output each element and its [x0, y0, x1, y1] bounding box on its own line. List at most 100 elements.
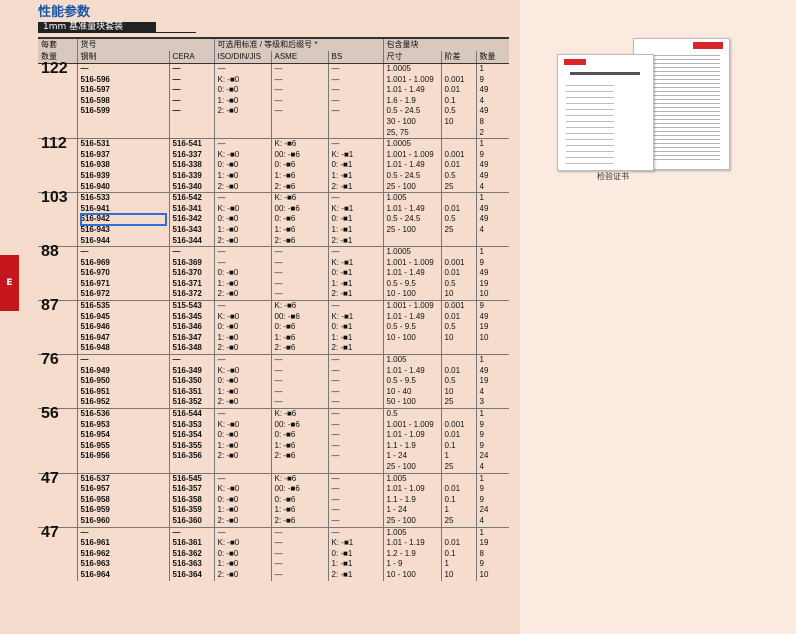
cera-code[interactable]: 516-372: [173, 289, 211, 300]
cera-code[interactable]: 516-362: [173, 549, 211, 560]
cera-code[interactable]: 516-339: [173, 171, 211, 182]
steel-code[interactable]: 516-945: [81, 312, 166, 323]
cera-code[interactable]: 516-360: [173, 516, 211, 527]
cera-code[interactable]: 516-344: [173, 236, 211, 247]
steel-code[interactable]: 516-971: [81, 279, 166, 290]
block-size: 1.001 - 1.009: [386, 301, 434, 311]
cera-code[interactable]: 516-352: [173, 397, 211, 408]
steel-code[interactable]: 516-952: [81, 397, 166, 408]
steel-code[interactable]: 516-596: [81, 75, 166, 86]
steel-code[interactable]: 516-946: [81, 322, 166, 333]
cera-code[interactable]: 516-349: [173, 366, 211, 377]
block-size-cell: 1.001 - 1.009 1.01 - 1.49 0.5 - 9.5 10 - 10…: [382, 300, 441, 355]
cera-code[interactable]: 516-346: [173, 322, 211, 333]
steel-code[interactable]: 516-962: [81, 549, 166, 560]
cera-code[interactable]: 516-364: [173, 570, 211, 581]
cera-code[interactable]: 516-370: [173, 268, 211, 279]
steel-code[interactable]: 516-954: [81, 430, 166, 441]
cera-code[interactable]: 516-541: [173, 139, 211, 150]
steel-code[interactable]: 516-941: [81, 204, 166, 215]
iso-grade: 0: -■0: [217, 322, 239, 332]
steel-code[interactable]: 516-947: [81, 333, 166, 344]
cera-code[interactable]: 516-544: [173, 409, 211, 420]
cera-code[interactable]: 516-345: [173, 312, 211, 323]
block-step: 0.01: [444, 85, 461, 95]
cera-code[interactable]: 516-337: [173, 150, 211, 161]
asme-grade-cell: — — — — —: [270, 354, 328, 409]
steel-code[interactable]: 516-950: [81, 376, 166, 387]
steel-code[interactable]: 516-597: [81, 85, 166, 96]
steel-code[interactable]: 516-964: [81, 570, 166, 581]
steel-code[interactable]: 516-944: [81, 236, 166, 247]
steel-code[interactable]: 516-938: [81, 160, 166, 171]
side-tab-e[interactable]: E: [0, 255, 19, 311]
iso-grade: 0: -■0: [217, 85, 239, 95]
steel-code[interactable]: 516-598: [81, 96, 166, 107]
iso-grade: 1: -■0: [217, 386, 239, 396]
cera-code[interactable]: 516-545: [173, 474, 211, 485]
steel-code[interactable]: 516-960: [81, 516, 166, 527]
cera-code[interactable]: 516-348: [173, 343, 211, 354]
cera-code[interactable]: 516-341: [173, 204, 211, 215]
highlighted-steel-code[interactable]: 516-942: [79, 213, 167, 226]
steel-code[interactable]: 516-533: [81, 193, 166, 204]
cera-code[interactable]: 515-543: [173, 301, 211, 312]
steel-code[interactable]: 516-531: [81, 139, 166, 150]
block-step: 0.01: [444, 365, 461, 375]
cera-code[interactable]: 516-371: [173, 279, 211, 290]
asme-grade-cell: — — — — —: [270, 246, 328, 301]
steel-code[interactable]: 516-969: [81, 258, 166, 269]
cera-code[interactable]: 516-357: [173, 484, 211, 495]
block-step: 25: [444, 181, 454, 191]
cera-code[interactable]: 516-358: [173, 495, 211, 506]
cera-code[interactable]: 516-353: [173, 420, 211, 431]
steel-code[interactable]: 516-955: [81, 441, 166, 452]
bs-grade: —: [331, 376, 340, 386]
steel-code[interactable]: 516-940: [81, 182, 166, 193]
table-row: 87 516-535 516-945 516-946 516-947 516-948 515…: [38, 298, 510, 355]
cera-code[interactable]: 516-347: [173, 333, 211, 344]
cera-code[interactable]: 516-350: [173, 376, 211, 387]
cera-code[interactable]: 516-363: [173, 559, 211, 570]
cera-code[interactable]: 516-342: [173, 214, 211, 225]
cera-code[interactable]: 516-338: [173, 160, 211, 171]
block-quantity: 1: [479, 527, 484, 537]
steel-code[interactable]: 516-937: [81, 150, 166, 161]
block-quantity: 10: [479, 289, 489, 299]
cera-code[interactable]: 516-355: [173, 441, 211, 452]
cera-code[interactable]: 516-542: [173, 193, 211, 204]
block-quantity-cell: 1 9 49 49 4: [475, 138, 510, 193]
cera-code[interactable]: 516-343: [173, 225, 211, 236]
table-row: 112 516-531 516-937 516-938 516-939 516-940 51…: [38, 136, 510, 193]
steel-code[interactable]: 516-951: [81, 387, 166, 398]
cera-code[interactable]: 516-356: [173, 451, 211, 462]
block-quantity: 49: [479, 365, 489, 375]
cera-code[interactable]: 516-361: [173, 538, 211, 549]
steel-code[interactable]: 516-958: [81, 495, 166, 506]
steel-code[interactable]: 516-599: [81, 106, 166, 117]
steel-code[interactable]: 516-943: [81, 225, 166, 236]
cera-code[interactable]: 516-351: [173, 387, 211, 398]
cera-code[interactable]: 516-354: [173, 430, 211, 441]
steel-code[interactable]: 516-536: [81, 409, 166, 420]
steel-code[interactable]: 516-953: [81, 420, 166, 431]
bs-grade: 2: -■1: [331, 235, 353, 245]
cera-code[interactable]: 516-359: [173, 505, 211, 516]
cera-code[interactable]: 516-369: [173, 258, 211, 269]
steel-code[interactable]: 516-948: [81, 343, 166, 354]
steel-code[interactable]: 516-949: [81, 366, 166, 377]
steel-code[interactable]: 516-939: [81, 171, 166, 182]
cera-code[interactable]: 516-340: [173, 182, 211, 193]
steel-code[interactable]: 516-970: [81, 268, 166, 279]
steel-code[interactable]: 516-959: [81, 505, 166, 516]
steel-code[interactable]: 516-972: [81, 289, 166, 300]
steel-code[interactable]: 516-961: [81, 538, 166, 549]
steel-code[interactable]: 516-957: [81, 484, 166, 495]
steel-code[interactable]: 516-535: [81, 301, 166, 312]
steel-code-cell: —516-949 516-950 516-951 516-952: [76, 354, 169, 409]
steel-code[interactable]: 516-963: [81, 559, 166, 570]
steel-code[interactable]: 516-537: [81, 474, 166, 485]
block-step: [445, 139, 473, 150]
certificate-data-grid: [650, 55, 720, 163]
steel-code[interactable]: 516-956: [81, 451, 166, 462]
